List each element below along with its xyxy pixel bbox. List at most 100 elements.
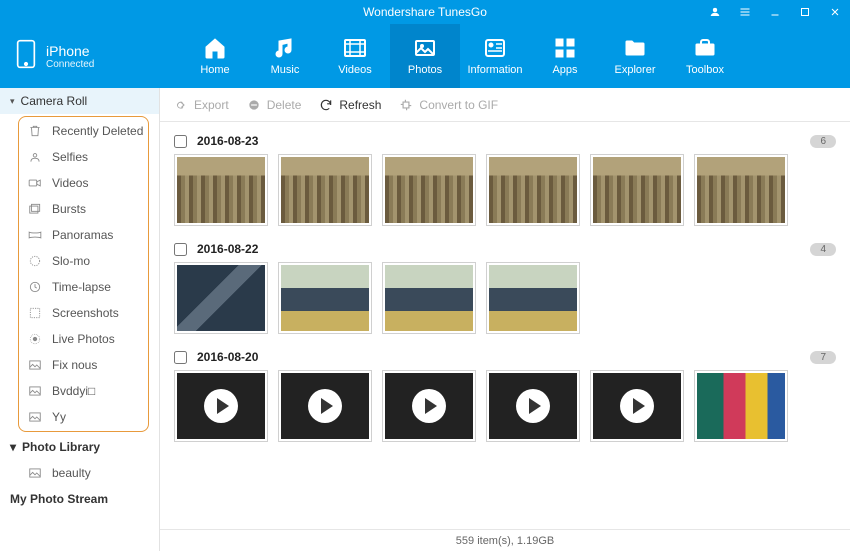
photo-thumb[interactable] <box>174 262 268 334</box>
sidebar-item-label: Selfies <box>52 150 88 164</box>
title-bar: Wondershare TunesGo <box>0 0 850 24</box>
sidebar-camera-roll-list: Recently Deleted Selfies Videos Bursts P… <box>0 114 159 434</box>
group-checkbox[interactable] <box>174 135 187 148</box>
photo-thumb[interactable] <box>174 154 268 226</box>
image-icon <box>28 466 42 480</box>
status-bar: 559 item(s), 1.19GB <box>160 529 850 551</box>
user-icon[interactable] <box>700 0 730 24</box>
play-icon <box>177 373 265 439</box>
group-count-badge: 6 <box>810 135 836 148</box>
device-info: iPhone Connected <box>46 43 94 70</box>
sidebar-item-label: Bursts <box>52 202 86 216</box>
video-thumb[interactable] <box>382 370 476 442</box>
group-date: 2016-08-22 <box>197 242 258 256</box>
sidebar-item-screenshots[interactable]: Screenshots <box>0 300 159 326</box>
nav-explorer[interactable]: Explorer <box>600 24 670 88</box>
photo-thumb[interactable] <box>382 154 476 226</box>
photo-icon <box>413 36 437 60</box>
image-icon <box>28 358 42 372</box>
play-icon <box>281 373 369 439</box>
device-status: Connected <box>46 59 94 70</box>
app-title: Wondershare TunesGo <box>363 5 487 19</box>
group-header: 2016-08-23 6 <box>174 128 836 154</box>
photo-thumb[interactable] <box>694 370 788 442</box>
refresh-button[interactable]: Refresh <box>319 98 381 112</box>
nav-apps[interactable]: Apps <box>530 24 600 88</box>
sidebar-item-bursts[interactable]: Bursts <box>0 196 159 222</box>
group-checkbox[interactable] <box>174 243 187 256</box>
nav-videos[interactable]: Videos <box>320 24 390 88</box>
delete-button[interactable]: Delete <box>247 98 302 112</box>
folder-icon <box>623 36 647 60</box>
sidebar-item-label: Fix nous <box>52 358 97 372</box>
screenshot-icon <box>28 306 42 320</box>
video-thumb[interactable] <box>278 370 372 442</box>
nav-label: Videos <box>338 64 371 76</box>
video-thumb[interactable] <box>590 370 684 442</box>
sidebar-item-label: Videos <box>52 176 88 190</box>
photo-thumb[interactable] <box>486 154 580 226</box>
top-nav: iPhone Connected Home Music Videos Photo… <box>0 24 850 88</box>
photo-thumb[interactable] <box>590 154 684 226</box>
nav-photos[interactable]: Photos <box>390 24 460 88</box>
group-count-badge: 4 <box>810 243 836 256</box>
sidebar-item-livephotos[interactable]: Live Photos <box>0 326 159 352</box>
sidebar-item-slomo[interactable]: Slo-mo <box>0 248 159 274</box>
device-box[interactable]: iPhone Connected <box>0 24 160 88</box>
photo-content[interactable]: 2016-08-23 6 2016-08-22 4 <box>160 122 850 529</box>
group-checkbox[interactable] <box>174 351 187 364</box>
play-icon <box>489 373 577 439</box>
photo-thumb[interactable] <box>486 262 580 334</box>
close-button[interactable] <box>820 0 850 24</box>
nav-label: Home <box>200 64 229 76</box>
video-thumb[interactable] <box>486 370 580 442</box>
menu-icon[interactable] <box>730 0 760 24</box>
selfie-icon <box>28 150 42 164</box>
video-icon <box>343 36 367 60</box>
sidebar: ▾ Camera Roll Recently Deleted Selfies V… <box>0 88 160 551</box>
tool-label: Export <box>194 98 229 112</box>
photo-thumb[interactable] <box>694 154 788 226</box>
sidebar-item-selfies[interactable]: Selfies <box>0 144 159 170</box>
sidebar-item-label: Slo-mo <box>52 254 90 268</box>
nav-information[interactable]: Information <box>460 24 530 88</box>
nav-music[interactable]: Music <box>250 24 320 88</box>
sidebar-item-timelapse[interactable]: Time-lapse <box>0 274 159 300</box>
play-icon <box>385 373 473 439</box>
sidebar-item-videos[interactable]: Videos <box>0 170 159 196</box>
export-button[interactable]: Export <box>174 98 229 112</box>
photo-thumb[interactable] <box>382 262 476 334</box>
photo-thumb[interactable] <box>278 154 372 226</box>
sidebar-item-label: Recently Deleted <box>52 124 143 138</box>
sidebar-item-album[interactable]: beaulty <box>0 460 159 486</box>
sidebar-my-photo-stream[interactable]: My Photo Stream <box>0 486 159 512</box>
status-text: 559 item(s), 1.19GB <box>456 535 554 547</box>
sidebar-item-album[interactable]: Fix nous <box>0 352 159 378</box>
image-icon <box>28 384 42 398</box>
tool-label: Convert to GIF <box>419 98 498 112</box>
slomo-icon <box>28 254 42 268</box>
group-date: 2016-08-20 <box>197 350 258 364</box>
trash-icon <box>28 124 42 138</box>
nav-home[interactable]: Home <box>180 24 250 88</box>
convert-gif-button[interactable]: Convert to GIF <box>399 98 498 112</box>
sidebar-item-panoramas[interactable]: Panoramas <box>0 222 159 248</box>
nav-toolbox[interactable]: Toolbox <box>670 24 740 88</box>
video-thumb[interactable] <box>174 370 268 442</box>
sidebar-item-album[interactable]: Bvddyi□ <box>0 378 159 404</box>
sidebar-item-album[interactable]: Yy <box>0 404 159 430</box>
music-icon <box>273 36 297 60</box>
group-count-badge: 7 <box>810 351 836 364</box>
sidebar-photo-library[interactable]: ▾ Photo Library <box>0 434 159 460</box>
group-header: 2016-08-22 4 <box>174 236 836 262</box>
sidebar-camera-roll[interactable]: ▾ Camera Roll <box>0 88 159 114</box>
sidebar-item-recently-deleted[interactable]: Recently Deleted <box>0 118 159 144</box>
maximize-button[interactable] <box>790 0 820 24</box>
info-icon <box>483 36 507 60</box>
sidebar-item-label: Live Photos <box>52 332 115 346</box>
photo-thumb[interactable] <box>278 262 372 334</box>
minimize-button[interactable] <box>760 0 790 24</box>
window-controls <box>700 0 850 24</box>
sidebar-item-label: Yy <box>52 410 66 424</box>
nav-label: Music <box>271 64 300 76</box>
